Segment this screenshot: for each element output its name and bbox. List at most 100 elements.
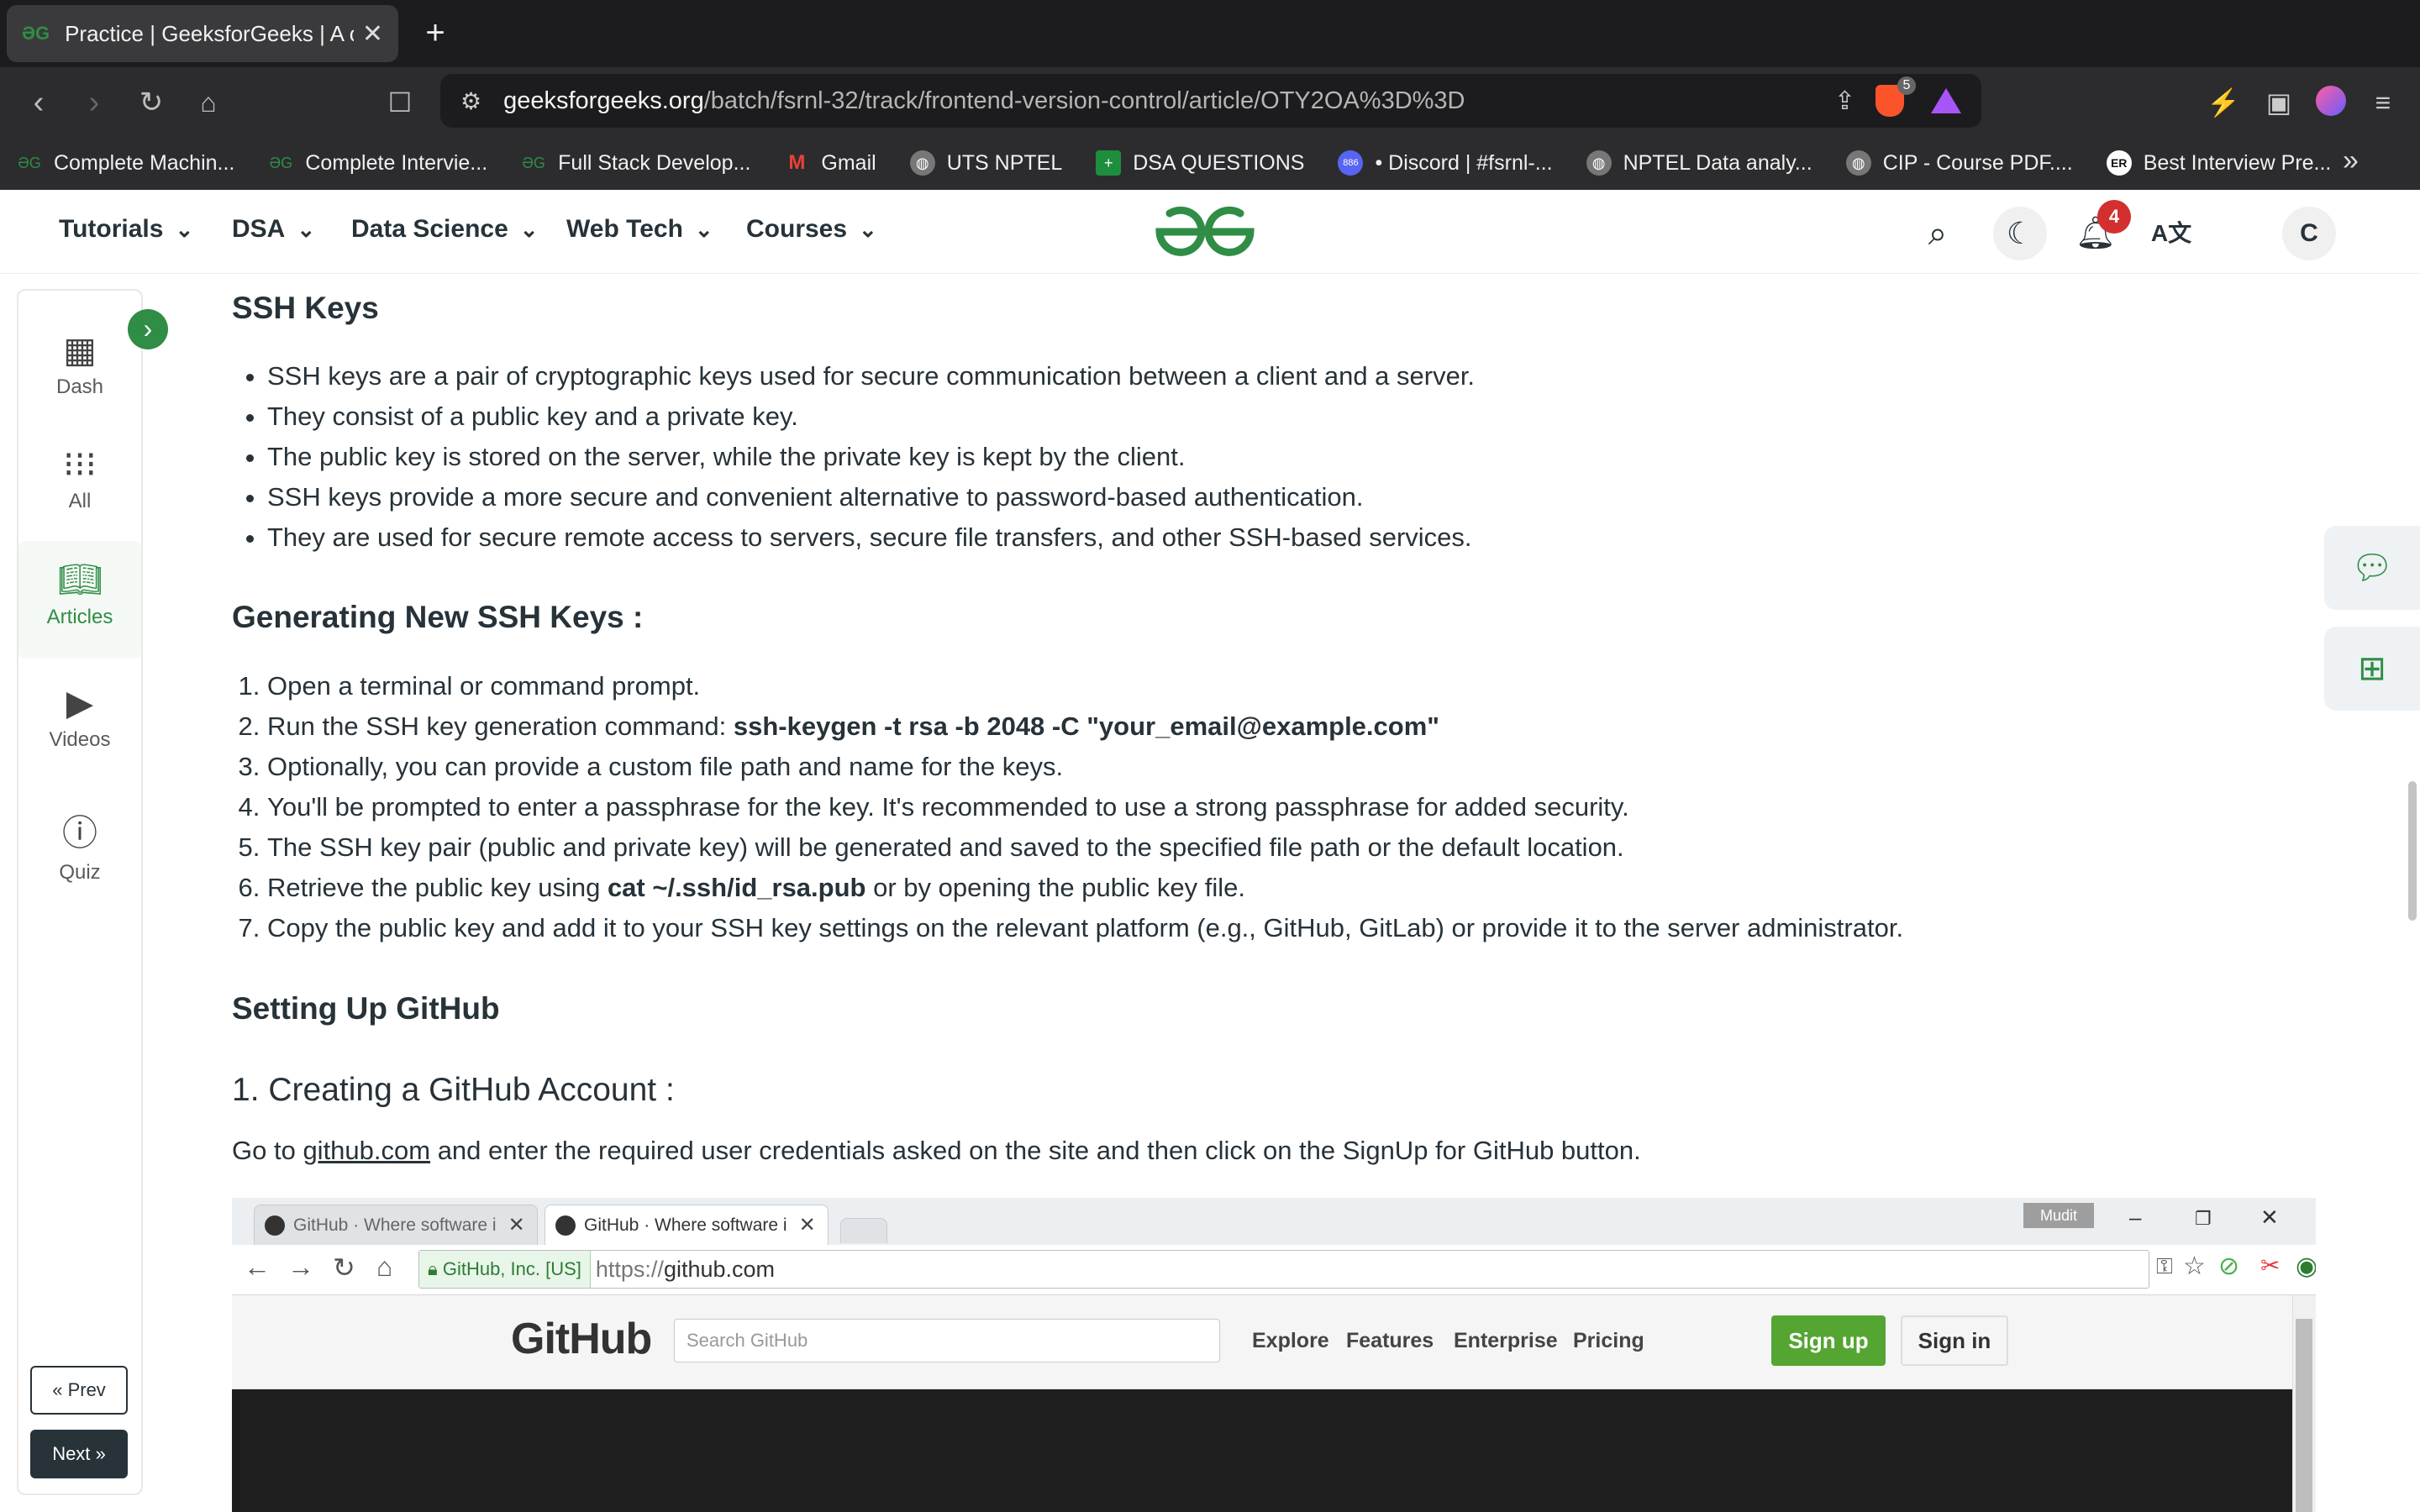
heading-generating-ssh-keys: Generating New SSH Keys :	[232, 600, 644, 634]
chevron-down-icon: ⌄	[694, 216, 713, 242]
sidebar-item-articles[interactable]: 📖︎ Articles	[18, 541, 141, 659]
code-command: ssh-keygen -t rsa -b 2048 -C "your_email…	[733, 711, 1439, 741]
bookmark-item[interactable]: 886 • Discord | #fsrnl-...	[1338, 150, 1553, 176]
list-item: SSH keys are a pair of cryptographic key…	[267, 356, 1475, 396]
search-icon[interactable]: ⌕	[1914, 210, 1961, 257]
brave-shield-icon[interactable]: 5	[1876, 76, 1916, 117]
list-item: SSH keys provide a more secure and conve…	[267, 477, 1475, 517]
chevron-down-icon: ⌄	[859, 216, 877, 242]
restore-icon: ❐	[2195, 1208, 2212, 1229]
notification-badge: 4	[2097, 200, 2131, 234]
close-icon: ✕	[508, 1214, 525, 1236]
gfg-favicon-icon: ƏG	[22, 23, 50, 44]
forward-icon[interactable]: ›	[72, 81, 116, 124]
home-icon: ⌂	[376, 1252, 393, 1282]
heading-setting-up-github: Setting Up GitHub	[232, 991, 500, 1026]
url-path: /batch/fsrnl-32/track/frontend-version-c…	[703, 87, 1465, 114]
list-item: The public key is stored on the server, …	[267, 437, 1475, 477]
menu-dsa[interactable]: DSA ⌄	[232, 215, 315, 244]
reload-icon[interactable]: ↻	[129, 81, 173, 124]
next-button[interactable]: Next »	[30, 1430, 128, 1478]
chat-button[interactable]: 💬︎	[2324, 526, 2420, 610]
wallet-icon[interactable]: ▣	[2257, 81, 2301, 124]
new-tab-button[interactable]: +	[418, 12, 452, 54]
browser-tab[interactable]: ƏG Practice | GeeksforGeeks | A c ✕	[7, 5, 398, 62]
double-chevron-left-icon: «	[52, 1379, 63, 1400]
github-header: GitHub Search GitHub Explore Features En…	[232, 1295, 2316, 1389]
bookmark-item[interactable]: ◍ CIP - Course PDF....	[1845, 150, 2073, 176]
sidebar-item-all[interactable]: ⁝⁝⁝ All	[18, 444, 141, 513]
sidebar-item-quiz[interactable]: ⓘ Quiz	[18, 805, 141, 885]
menu-data-science[interactable]: Data Science ⌄	[351, 215, 539, 244]
address-bar[interactable]: ⚙ geeksforgeeks.org/batch/fsrnl-32/track…	[440, 74, 1981, 128]
bookmark-item[interactable]: ƏG Complete Intervie...	[268, 150, 488, 176]
screenshot-user-label: Mudit	[2023, 1203, 2094, 1228]
list-item: Optionally, you can provide a custom fil…	[267, 747, 1903, 787]
page-scrollbar[interactable]	[2408, 781, 2417, 921]
bookmark-item[interactable]: ƏG Complete Machin...	[17, 150, 234, 176]
bookmark-item[interactable]: ER Best Interview Pre...	[2106, 150, 2331, 176]
home-icon[interactable]: ⌂	[187, 81, 230, 124]
list-item: Copy the public key and add it to your S…	[267, 908, 1903, 948]
discord-icon: 886	[1338, 150, 1364, 176]
question-icon: ⓘ	[61, 813, 97, 853]
forward-icon: →	[287, 1252, 314, 1282]
github-hero-background	[232, 1389, 2292, 1512]
chevron-down-icon: ⌄	[175, 216, 194, 242]
back-icon[interactable]: ‹	[17, 81, 60, 124]
github-nav-link: Pricing	[1573, 1329, 1644, 1352]
expand-sidebar-button[interactable]: ›	[128, 309, 168, 349]
brave-rewards-icon[interactable]	[1931, 88, 1961, 113]
site-settings-icon[interactable]: ⚙	[460, 87, 481, 115]
close-icon: ✕	[2260, 1205, 2279, 1230]
menu-courses[interactable]: Courses ⌄	[746, 215, 877, 244]
menu-web-tech[interactable]: Web Tech ⌄	[566, 215, 713, 244]
back-icon: ←	[244, 1252, 271, 1282]
github-logo: GitHub	[511, 1315, 652, 1363]
moon-icon: ☾	[2006, 216, 2034, 250]
bookmark-item[interactable]: + DSA QUESTIONS	[1096, 150, 1304, 176]
list-item: The SSH key pair (public and private key…	[267, 827, 1903, 868]
add-note-button[interactable]: ⊞	[2324, 627, 2420, 711]
screenshot-tab: GitHub · Where software i ✕	[254, 1205, 538, 1245]
bookmark-item[interactable]: ƏG Full Stack Develop...	[521, 150, 750, 176]
profile-icon[interactable]	[2316, 86, 2346, 116]
bookmark-icon[interactable]: ☐	[378, 81, 422, 124]
book-icon: 📖︎	[57, 559, 103, 599]
translate-icon[interactable]: A文	[2148, 210, 2195, 257]
list-item: You'll be prompted to enter a passphrase…	[267, 787, 1903, 827]
gfg-logo[interactable]	[1153, 203, 1257, 259]
grid-icon: ⁝⁝⁝	[62, 444, 97, 484]
leo-icon[interactable]: ⚡	[2202, 81, 2245, 124]
github-search: Search GitHub	[674, 1319, 1220, 1362]
github-nav-link: Features	[1346, 1329, 1434, 1352]
share-icon[interactable]: ⇪	[1834, 87, 1855, 116]
github-link[interactable]: github.com	[302, 1136, 430, 1165]
sheets-icon: +	[1096, 150, 1122, 176]
url-host: geeksforgeeks.org	[503, 87, 704, 114]
extension-icon: ✂	[2260, 1252, 2281, 1278]
menu-icon[interactable]: ≡	[2361, 81, 2405, 124]
bookmark-item[interactable]: ◍ UTS NPTEL	[909, 150, 1062, 176]
more-bookmarks-icon[interactable]: »	[2343, 144, 2359, 177]
sidebar-item-dash[interactable]: ▦ Dash	[18, 329, 141, 399]
prev-button[interactable]: « Prev	[30, 1366, 128, 1415]
list-item: They consist of a public key and a priva…	[267, 396, 1475, 437]
menu-tutorials[interactable]: Tutorials ⌄	[59, 215, 193, 244]
gfg-icon: ƏG	[522, 155, 545, 171]
add-note-icon: ⊞	[2358, 650, 2386, 687]
bookmark-item[interactable]: M Gmail	[784, 150, 876, 176]
chevron-down-icon: ⌄	[519, 216, 539, 242]
generate-steps-list: Open a terminal or command prompt. Run t…	[267, 666, 1903, 948]
github-nav-link: Enterprise	[1454, 1329, 1558, 1352]
list-item: Run the SSH key generation command: ssh-…	[267, 706, 1903, 747]
sidebar-item-videos[interactable]: ▶ Videos	[18, 682, 141, 752]
close-icon: ✕	[798, 1214, 816, 1236]
github-icon	[265, 1215, 285, 1236]
close-tab-icon[interactable]: ✕	[362, 19, 383, 49]
instruction-paragraph: Go to github.com and enter the required …	[232, 1136, 1641, 1165]
avatar[interactable]: C	[2282, 207, 2336, 260]
github-nav-link: Explore	[1252, 1329, 1329, 1352]
bookmark-item[interactable]: ◍ NPTEL Data analy...	[1586, 150, 1812, 176]
video-icon: ▶	[66, 683, 94, 722]
